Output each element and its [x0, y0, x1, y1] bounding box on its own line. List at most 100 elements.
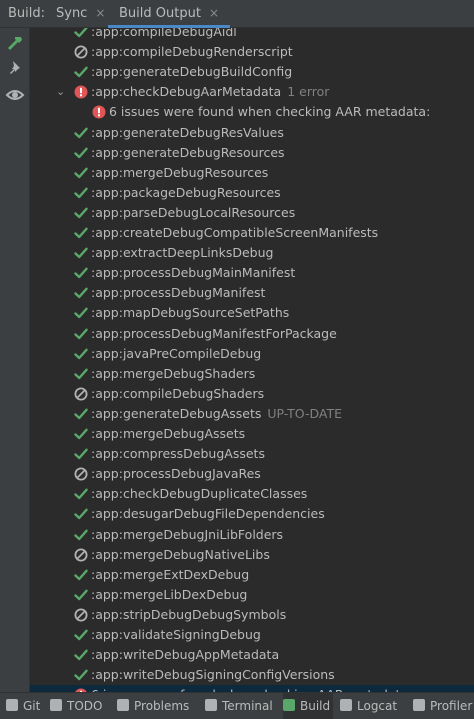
bottom-tab-problems[interactable]: Problems: [117, 693, 195, 719]
checkmark-icon: [74, 266, 88, 280]
tree-row[interactable]: :app:mergeExtDexDebug: [30, 565, 474, 585]
checkmark-icon: [74, 166, 88, 180]
bottom-tab-build[interactable]: Build: [283, 693, 333, 719]
tab-build-output-label: Build Output: [119, 6, 201, 21]
tree-row[interactable]: :app:compileDebugAidl: [30, 28, 474, 42]
tree-row[interactable]: ⌄ :app:checkDebugAarMetadata 1 error: [30, 82, 474, 102]
tree-row[interactable]: :app:stripDebugDebugSymbols: [30, 605, 474, 625]
tree-row[interactable]: :app:mergeDebugResources: [30, 163, 474, 183]
task-label: :app:writeDebugAppMetadata: [91, 647, 280, 663]
tree-row[interactable]: :app:mergeDebugNativeLibs: [30, 545, 474, 565]
task-label: :app:generateDebugResValues: [91, 124, 284, 140]
tree-row[interactable]: 6 issues were found when checking AAR me…: [30, 102, 474, 122]
tree-row[interactable]: :app:desugarDebugFileDependencies: [30, 504, 474, 524]
tree-row[interactable]: :app:extractDeepLinksDebug: [30, 243, 474, 263]
checkmark-icon: [74, 367, 88, 381]
task-label: :app:writeDebugSigningConfigVersions: [91, 667, 335, 683]
eye-icon[interactable]: [5, 85, 25, 105]
checkmark-icon: [74, 447, 88, 461]
checkmark-icon: [74, 186, 88, 200]
tree-row[interactable]: 6 issues were found when checking AAR me…: [30, 685, 474, 692]
checkmark-icon: [74, 568, 88, 582]
task-label: :app:generateDebugResources: [91, 144, 285, 160]
pin-icon[interactable]: [5, 58, 25, 78]
task-status-suffix: UP-TO-DATE: [267, 405, 343, 421]
skipped-icon: [74, 45, 88, 59]
skipped-icon: [74, 467, 88, 481]
skipped-icon: [74, 548, 88, 562]
close-icon[interactable]: ×: [209, 6, 219, 20]
bottom-tab-git[interactable]: Git: [6, 693, 44, 719]
tree-row[interactable]: :app:generateDebugResources: [30, 143, 474, 163]
task-label: :app:compileDebugShaders: [91, 385, 265, 401]
tree-row[interactable]: :app:compressDebugAssets: [30, 444, 474, 464]
task-label: :app:processDebugManifest: [91, 285, 266, 301]
task-label: :app:mergeExtDexDebug: [91, 566, 250, 582]
bottom-tab-label: TODO: [67, 699, 103, 713]
checkmark-icon: [74, 65, 88, 79]
bottom-tab-label: Problems: [134, 699, 190, 713]
task-status-suffix: 1 error: [287, 84, 330, 100]
checkmark-icon: [74, 28, 88, 39]
bottom-tab-logcat[interactable]: Logcat: [340, 693, 406, 719]
tree-row[interactable]: :app:processDebugJavaRes: [30, 464, 474, 484]
checkmark-icon: [74, 126, 88, 140]
build-output-tree[interactable]: :app:compileDebugAidl:app:compileDebugRe…: [30, 28, 474, 692]
close-icon[interactable]: ×: [95, 6, 105, 20]
bottom-tab-profiler[interactable]: Profiler: [413, 693, 473, 719]
checkmark-icon: [74, 507, 88, 521]
tree-row[interactable]: :app:processDebugManifestForPackage: [30, 324, 474, 344]
hammer-icon[interactable]: [5, 34, 25, 54]
problems-icon: [117, 699, 129, 711]
skipped-icon: [74, 608, 88, 622]
task-label: :app:checkDebugDuplicateClasses: [91, 486, 308, 502]
tree-row[interactable]: :app:createDebugCompatibleScreenManifest…: [30, 223, 474, 243]
tree-row[interactable]: :app:mergeDebugShaders: [30, 364, 474, 384]
checkmark-icon: [74, 588, 88, 602]
tab-sync[interactable]: Sync ×: [56, 0, 105, 28]
tree-row[interactable]: :app:checkDebugDuplicateClasses: [30, 484, 474, 504]
bottom-tab-label: Logcat: [357, 699, 398, 713]
profiler-icon: [413, 699, 425, 711]
tree-row[interactable]: :app:javaPreCompileDebug: [30, 344, 474, 364]
tree-row[interactable]: :app:packageDebugResources: [30, 183, 474, 203]
task-label: :app:mergeDebugNativeLibs: [91, 546, 270, 562]
task-label: :app:validateSigningDebug: [91, 627, 261, 642]
task-label: :app:checkDebugAarMetadata: [91, 84, 282, 100]
tree-row[interactable]: :app:processDebugManifest: [30, 283, 474, 303]
task-label: :app:generateDebugAssets: [91, 405, 262, 421]
bottom-tab-label: Git: [23, 699, 41, 713]
checkmark-icon: [74, 487, 88, 501]
tree-row[interactable]: :app:compileDebugShaders: [30, 384, 474, 404]
tree-row[interactable]: :app:generateDebugResValues: [30, 123, 474, 143]
bottom-tab-label: Terminal: [222, 699, 273, 713]
checkmark-icon: [74, 206, 88, 220]
tree-row[interactable]: :app:compileDebugRenderscript: [30, 42, 474, 62]
tree-row[interactable]: :app:mergeDebugAssets: [30, 424, 474, 444]
logcat-icon: [340, 699, 352, 711]
error-icon: [92, 105, 106, 119]
tree-row[interactable]: :app:parseDebugLocalResources: [30, 203, 474, 223]
chevron-down-icon[interactable]: ⌄: [56, 82, 65, 102]
tab-build-output[interactable]: Build Output ×: [108, 0, 230, 28]
task-label: :app:mergeLibDexDebug: [91, 586, 248, 602]
tree-row[interactable]: :app:processDebugMainManifest: [30, 263, 474, 283]
skipped-icon: [74, 387, 88, 401]
checkmark-icon: [74, 668, 88, 682]
tree-row[interactable]: :app:generateDebugAssets UP-TO-DATE: [30, 404, 474, 424]
tree-row[interactable]: :app:writeDebugAppMetadata: [30, 645, 474, 665]
task-label: :app:packageDebugResources: [91, 184, 281, 200]
tree-row[interactable]: :app:writeDebugSigningConfigVersions: [30, 665, 474, 685]
checkmark-icon: [74, 246, 88, 260]
bottom-tab-todo[interactable]: TODO: [50, 693, 110, 719]
tree-row[interactable]: :app:validateSigningDebug: [30, 625, 474, 645]
task-label: 6 issues were found when checking AAR me…: [109, 104, 431, 120]
tree-row[interactable]: :app:mergeDebugJniLibFolders: [30, 525, 474, 545]
task-label: :app:processDebugMainManifest: [91, 265, 296, 281]
task-label: :app:compressDebugAssets: [91, 446, 265, 462]
todo-list-icon: [50, 699, 62, 711]
tree-row[interactable]: :app:mergeLibDexDebug: [30, 585, 474, 605]
bottom-tab-terminal[interactable]: Terminal: [205, 693, 275, 719]
tree-row[interactable]: :app:generateDebugBuildConfig: [30, 62, 474, 82]
tree-row[interactable]: :app:mapDebugSourceSetPaths: [30, 303, 474, 323]
